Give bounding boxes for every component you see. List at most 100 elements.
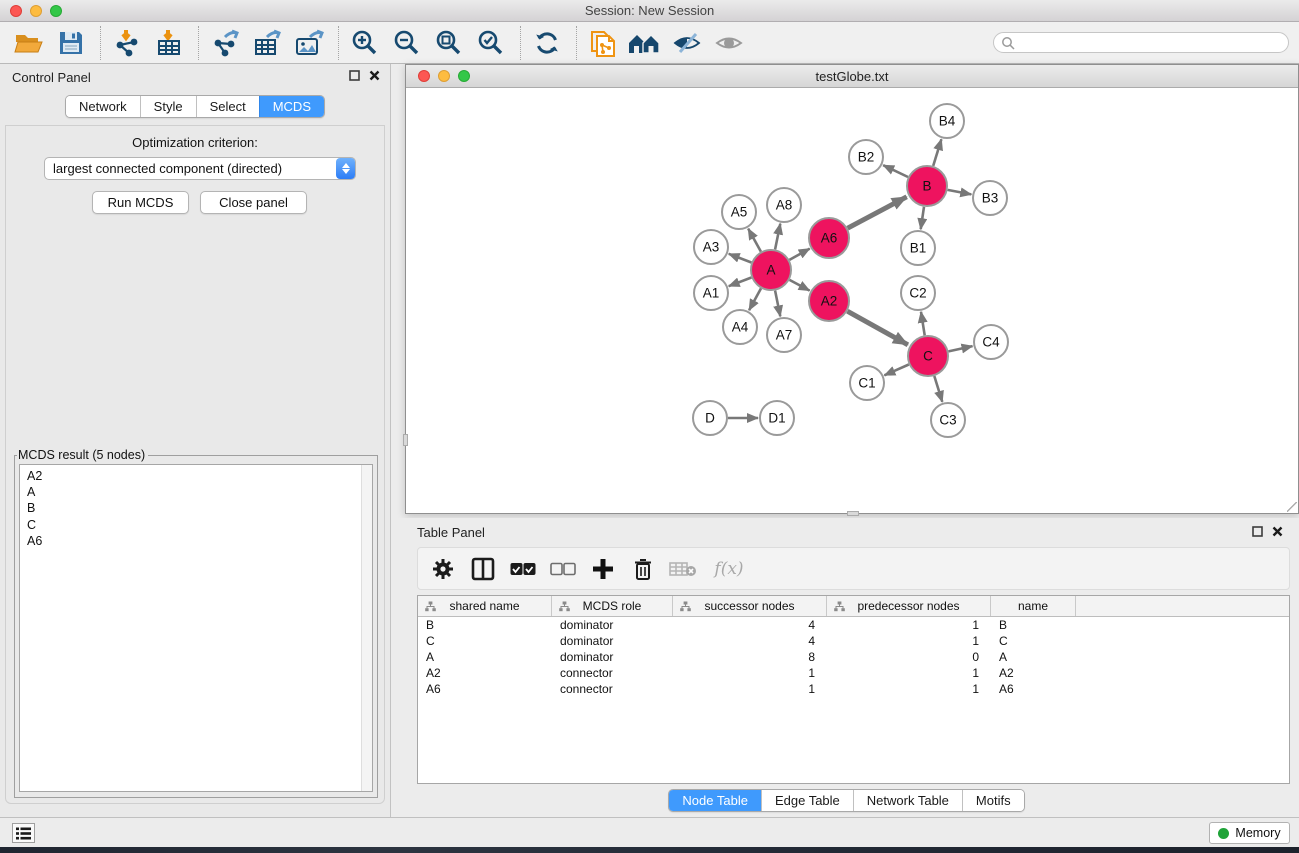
mcds-result-item-a[interactable]: A [27, 484, 372, 500]
table-tab-motifs[interactable]: Motifs [962, 790, 1024, 811]
save-session-button[interactable] [54, 26, 88, 60]
import-network-button[interactable] [110, 26, 144, 60]
graph-node-B4[interactable]: B4 [930, 104, 964, 138]
network-close-button[interactable] [418, 70, 430, 82]
tab-select[interactable]: Select [196, 96, 259, 117]
memory-button[interactable]: Memory [1209, 822, 1290, 844]
close-panel-button[interactable]: Close panel [200, 191, 307, 214]
graph-node-A[interactable]: A [751, 250, 791, 290]
network-canvas[interactable]: AA1A2A3A4A5A6A7A8BB1B2B3B4CC1C2C3C4DD1 [406, 88, 1298, 513]
split-table-view-button[interactable] [466, 552, 500, 586]
zoom-fit-button[interactable] [432, 26, 466, 60]
resize-grip[interactable] [1287, 502, 1297, 512]
column-header-shared-name[interactable]: shared name [418, 596, 552, 616]
graph-node-A4[interactable]: A4 [723, 310, 757, 344]
mcds-result-item-a6[interactable]: A6 [27, 533, 372, 549]
bottom-splitter-handle[interactable] [847, 511, 859, 516]
table-tab-edge-table[interactable]: Edge Table [761, 790, 853, 811]
table-row-c[interactable]: Cdominator41C [418, 633, 1289, 649]
delete-column-button[interactable] [626, 552, 660, 586]
column-header-name[interactable]: name [991, 596, 1076, 616]
graph-edge-C-C1[interactable] [884, 365, 908, 376]
task-history-button[interactable] [12, 823, 35, 843]
graph-edge-A2-C[interactable] [847, 311, 908, 345]
criterion-dropdown[interactable]: largest connected component (directed) [44, 157, 356, 180]
result-list-scrollbar[interactable] [361, 465, 372, 791]
graph-edge-A-A3[interactable] [729, 254, 752, 263]
graph-edge-A-A4[interactable] [749, 288, 761, 310]
table-row-b[interactable]: Bdominator41B [418, 617, 1289, 633]
export-network-button[interactable] [208, 26, 242, 60]
left-splitter-handle[interactable] [403, 434, 408, 446]
table-settings-button[interactable] [426, 552, 460, 586]
run-mcds-button[interactable]: Run MCDS [92, 191, 189, 214]
show-all-button[interactable] [712, 26, 746, 60]
mcds-result-list[interactable]: A2ABCA6 [19, 464, 373, 792]
zoom-selected-button[interactable] [474, 26, 508, 60]
open-file-button[interactable] [12, 26, 46, 60]
graph-node-D[interactable]: D [693, 401, 727, 435]
graph-edge-B-B1[interactable] [921, 207, 924, 229]
tab-mcds[interactable]: MCDS [259, 96, 324, 117]
graph-node-B3[interactable]: B3 [973, 181, 1007, 215]
table-tab-network-table[interactable]: Network Table [853, 790, 962, 811]
graph-node-A1[interactable]: A1 [694, 276, 728, 310]
tab-style[interactable]: Style [140, 96, 196, 117]
graph-edge-A-A7[interactable] [775, 291, 780, 317]
column-header-empty[interactable] [1076, 596, 1289, 616]
column-header-MCDS-role[interactable]: MCDS role [552, 596, 673, 616]
graph-edge-A-A2[interactable] [790, 280, 810, 291]
graph-node-B2[interactable]: B2 [849, 140, 883, 174]
apply-preferred-layout-button[interactable] [530, 26, 564, 60]
search-field[interactable] [993, 32, 1289, 53]
export-table-button[interactable] [250, 26, 284, 60]
close-panel-icon[interactable] [1272, 526, 1283, 537]
zoom-window-button[interactable] [50, 5, 62, 17]
import-table-button[interactable] [152, 26, 186, 60]
graph-edge-A-A1[interactable] [729, 278, 752, 287]
graph-node-D1[interactable]: D1 [760, 401, 794, 435]
mcds-result-item-b[interactable]: B [27, 500, 372, 516]
first-neighbors-button[interactable] [628, 26, 662, 60]
select-all-columns-button[interactable] [506, 552, 540, 586]
graph-edge-C-C2[interactable] [921, 312, 925, 336]
table-row-a2[interactable]: A2connector11A2 [418, 665, 1289, 681]
graph-edge-C-C4[interactable] [949, 346, 973, 351]
graph-node-B1[interactable]: B1 [901, 231, 935, 265]
deselect-all-columns-button[interactable] [546, 552, 580, 586]
graph-edge-B-B4[interactable] [933, 139, 941, 166]
graph-edge-A-A6[interactable] [789, 249, 809, 260]
graph-edge-A-A8[interactable] [775, 224, 780, 250]
float-panel-icon[interactable] [349, 70, 360, 81]
table-tab-node-table[interactable]: Node Table [669, 790, 761, 811]
add-column-button[interactable] [586, 552, 620, 586]
graph-edge-A-A5[interactable] [748, 229, 761, 252]
search-input[interactable] [1020, 36, 1281, 50]
graph-node-A5[interactable]: A5 [722, 195, 756, 229]
graph-node-C1[interactable]: C1 [850, 366, 884, 400]
close-window-button[interactable] [10, 5, 22, 17]
export-image-button[interactable] [292, 26, 326, 60]
network-zoom-button[interactable] [458, 70, 470, 82]
graph-edge-B-B3[interactable] [948, 190, 972, 195]
graph-edge-B-B2[interactable] [883, 165, 908, 177]
graph-node-A7[interactable]: A7 [767, 318, 801, 352]
graph-node-A6[interactable]: A6 [809, 218, 849, 258]
graph-edge-C-C3[interactable] [934, 376, 942, 402]
graph-edge-A6-B[interactable] [848, 197, 907, 228]
graph-node-B[interactable]: B [907, 166, 947, 206]
delete-table-button[interactable] [666, 552, 700, 586]
network-minimize-button[interactable] [438, 70, 450, 82]
graph-node-A2[interactable]: A2 [809, 281, 849, 321]
zoom-in-button[interactable] [348, 26, 382, 60]
close-panel-icon[interactable] [369, 70, 380, 81]
graph-node-A8[interactable]: A8 [767, 188, 801, 222]
graph-node-C4[interactable]: C4 [974, 325, 1008, 359]
float-panel-icon[interactable] [1252, 526, 1263, 537]
function-builder-button[interactable]: f(x) [706, 552, 752, 586]
graph-node-C[interactable]: C [908, 336, 948, 376]
minimize-window-button[interactable] [30, 5, 42, 17]
mcds-result-item-c[interactable]: C [27, 517, 372, 533]
table-row-a6[interactable]: A6connector11A6 [418, 681, 1289, 697]
zoom-out-button[interactable] [390, 26, 424, 60]
